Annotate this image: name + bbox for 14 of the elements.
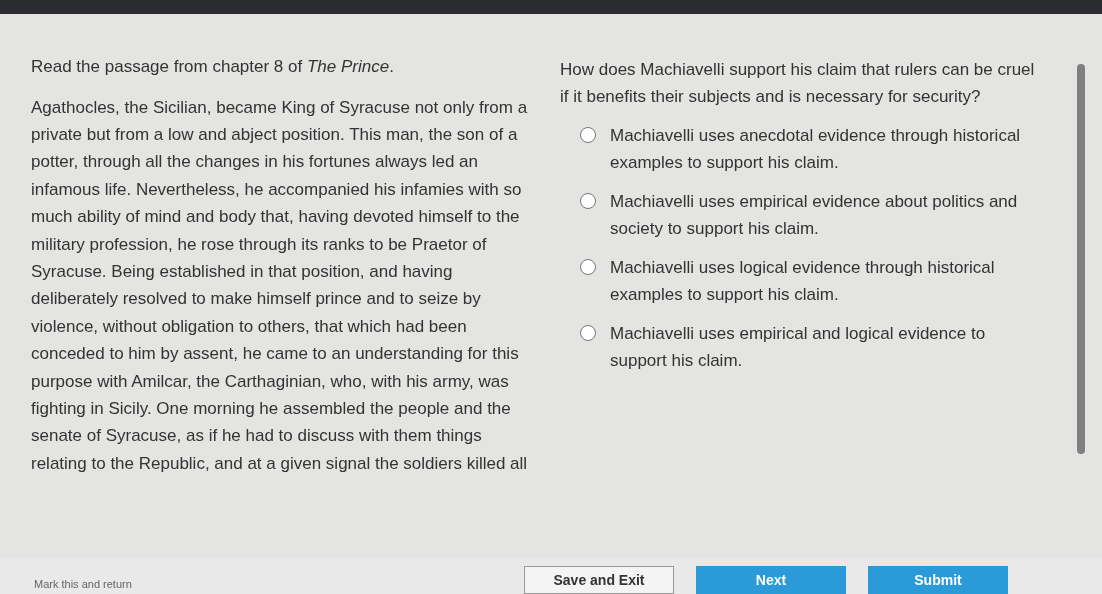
radio-button[interactable] (580, 127, 596, 143)
scroll-thumb[interactable] (1077, 64, 1085, 454)
mark-link[interactable]: Mark this and return (34, 575, 524, 594)
radio-button[interactable] (580, 259, 596, 275)
radio-button[interactable] (580, 325, 596, 341)
option-text[interactable]: Machiavelli uses anecdotal evidence through historical examples to support his claim. (610, 122, 1040, 176)
save-exit-button[interactable]: Save and Exit (524, 566, 674, 594)
question-text: How does Machiavelli support his claim that rulers can be cruel if it benefits their subjects and is necessary for security? (560, 59, 1036, 108)
radio-button[interactable] (580, 193, 596, 209)
passage-text: Agathocles, the Sicilian, became King of Syracuse not only from a private but from a low and abject position. This man, the son of a potter, through all the changes in his fortunes always led an infamous life. Nevertheless, he accompanied his infamies with so much ability of mind and body that, having devoted himself to the military profession, he rose through its ranks to be Praetor of Syracuse. Being established in that position, and having deliberately resolved to make himself prince and to seize by violence, without obligation to others, that which had been conceded to him by assent, he came to an understanding for this purpose with Amilcar, the Carthaginian, who, with his army, was fighting in Sicily. One morning he assembled the people and the senate of Syracuse, as if he had to discuss with them things relating to the Republic, and at a given signal the soldiers killed all (31, 96, 529, 475)
option-text[interactable]: Machiavelli uses empirical evidence about politics and society to support his claim. (610, 188, 1040, 242)
passage-intro: Read the passage from chapter 8 of The Prince. (31, 56, 395, 78)
option-text[interactable]: Machiavelli uses empirical and logical evidence to support his claim. (610, 320, 1040, 374)
option-text[interactable]: Machiavelli uses logical evidence through historical examples to support his claim. (610, 254, 1040, 308)
